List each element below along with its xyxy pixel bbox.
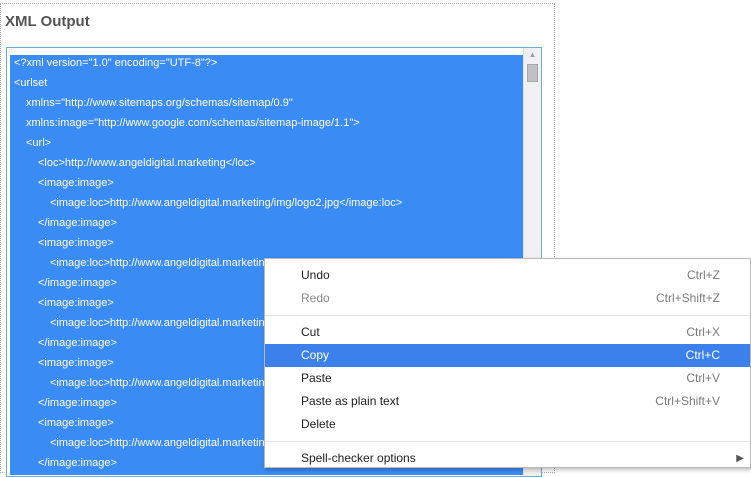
scroll-up-arrow-icon[interactable]: ▲ — [524, 48, 541, 62]
menu-item-paste-plain-text[interactable]: Paste as plain text Ctrl+Shift+V — [265, 390, 750, 413]
menu-item-label: Spell-checker options — [301, 451, 416, 465]
menu-item-copy[interactable]: Copy Ctrl+C — [265, 344, 750, 367]
xml-line: <image:image> — [38, 237, 114, 249]
menu-item-label: Copy — [301, 348, 330, 362]
xml-line: <loc>http://www.angeldigital.marketing</… — [38, 157, 256, 169]
xml-line: <url> — [26, 137, 52, 149]
submenu-arrow-icon: ▶ — [736, 453, 744, 464]
xml-line: xmlns:image="http://www.google.com/schem… — [26, 117, 360, 129]
menu-item-delete[interactable]: Delete — [265, 413, 750, 436]
xml-line: <image:image> — [38, 177, 114, 189]
menu-item-shortcut: Ctrl+V — [686, 371, 720, 385]
menu-separator — [265, 315, 750, 316]
menu-item-shortcut: Ctrl+Z — [687, 268, 720, 282]
scrollbar-thumb[interactable] — [527, 64, 538, 82]
menu-item-label: Undo — [301, 268, 330, 282]
menu-item-spellchecker-options[interactable]: Spell-checker options ▶ — [265, 447, 750, 470]
context-menu: Undo Ctrl+Z Redo Ctrl+Shift+Z Cut Ctrl+X… — [264, 258, 751, 468]
menu-item-label: Paste as plain text — [301, 394, 400, 408]
menu-item-shortcut: Ctrl+Shift+V — [655, 394, 720, 408]
menu-separator — [265, 441, 750, 442]
menu-item-paste[interactable]: Paste Ctrl+V — [265, 367, 750, 390]
menu-item-cut[interactable]: Cut Ctrl+X — [265, 321, 750, 344]
xml-line: <image:loc>http://www.angeldigital.marke… — [50, 197, 403, 209]
menu-item-undo[interactable]: Undo Ctrl+Z — [265, 264, 750, 287]
menu-item-label: Cut — [301, 325, 320, 339]
menu-item-label: Redo — [301, 291, 330, 305]
xml-line: xmlns="http://www.sitemaps.org/schemas/s… — [26, 97, 293, 109]
menu-item-shortcut: Ctrl+Shift+Z — [655, 291, 720, 305]
menu-item-label: Paste — [301, 371, 332, 385]
menu-item-shortcut: Ctrl+C — [685, 348, 720, 362]
menu-item-label: Delete — [301, 417, 336, 431]
panel-title: XML Output — [5, 13, 90, 30]
menu-item-shortcut: Ctrl+X — [686, 325, 720, 339]
xml-line: </image:image> — [38, 217, 117, 229]
xml-line: <?xml version="1.0" encoding="UTF-8"?> — [14, 57, 218, 69]
xml-line: <urlset — [14, 77, 48, 89]
menu-item-redo[interactable]: Redo Ctrl+Shift+Z — [265, 287, 750, 310]
